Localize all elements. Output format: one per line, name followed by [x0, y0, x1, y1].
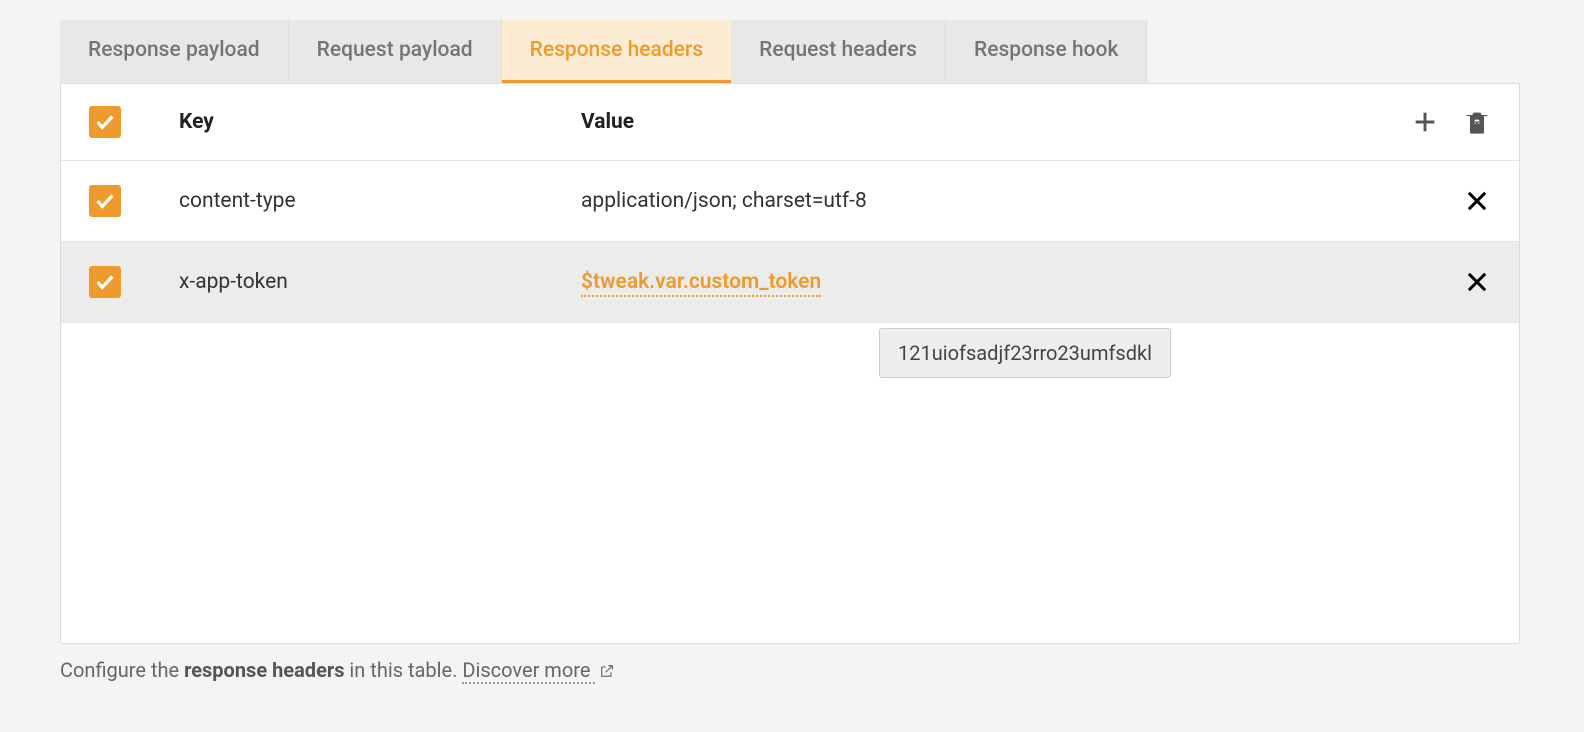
add-row-button[interactable]	[1411, 108, 1439, 136]
variable-tooltip: 121uiofsadjf23rro23umfsdkl	[879, 328, 1171, 378]
footer-bold: response headers	[184, 658, 344, 682]
discover-more-link[interactable]: Discover more	[462, 658, 595, 684]
tab-request-headers[interactable]: Request headers	[731, 20, 946, 83]
tab-response-hook[interactable]: Response hook	[946, 20, 1147, 83]
delete-row-button[interactable]	[1463, 268, 1491, 296]
row-checkbox[interactable]	[89, 185, 121, 217]
row-key[interactable]: content-type	[121, 189, 581, 213]
table-header: Key Value	[61, 84, 1519, 161]
select-all-checkbox[interactable]	[89, 106, 121, 138]
footer-middle: in this table.	[344, 658, 462, 682]
row-value[interactable]: application/json; charset=utf-8	[581, 189, 1463, 213]
tab-response-headers[interactable]: Response headers	[502, 20, 732, 83]
external-link-icon	[599, 660, 615, 684]
delete-row-button[interactable]	[1463, 187, 1491, 215]
row-checkbox[interactable]	[89, 266, 121, 298]
table-row: x-app-token $tweak.var.custom_token 121u…	[61, 242, 1519, 323]
row-key[interactable]: x-app-token	[121, 270, 581, 294]
row-value[interactable]: $tweak.var.custom_token	[581, 270, 1463, 294]
empty-space	[61, 323, 1519, 643]
footer-hint: Configure the response headers in this t…	[60, 644, 1520, 684]
column-header-value: Value	[581, 110, 1411, 134]
delete-all-button[interactable]	[1463, 108, 1491, 136]
column-header-key: Key	[121, 110, 581, 134]
tab-request-payload[interactable]: Request payload	[289, 20, 502, 83]
table-row: content-type application/json; charset=u…	[61, 161, 1519, 242]
variable-link[interactable]: $tweak.var.custom_token	[581, 270, 821, 297]
tab-response-payload[interactable]: Response payload	[60, 20, 289, 83]
footer-prefix: Configure the	[60, 658, 184, 682]
headers-panel: Key Value content-type application/json;…	[60, 83, 1520, 644]
tabs-bar: Response payload Request payload Respons…	[60, 20, 1520, 83]
